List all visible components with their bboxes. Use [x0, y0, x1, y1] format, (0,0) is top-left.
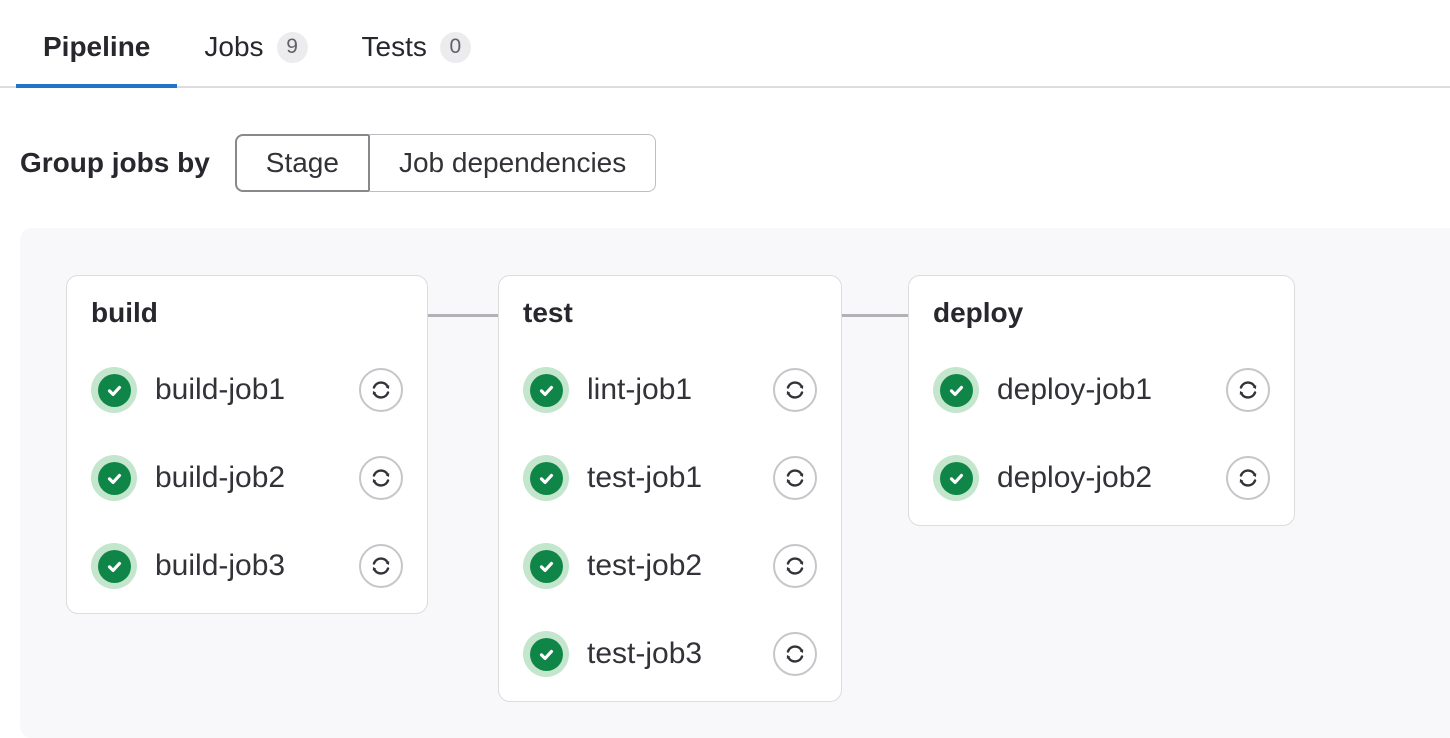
stage-connector-test-deploy [842, 314, 908, 317]
status-success-icon [933, 455, 979, 501]
tab-jobs-label: Jobs [204, 31, 263, 63]
status-success-icon [523, 367, 569, 413]
retry-icon [782, 465, 808, 491]
retry-job-button[interactable] [359, 456, 403, 500]
group-by-job-dependencies-button[interactable]: Job dependencies [370, 134, 656, 192]
pipeline-graph-panel: build build-job1 build-job2 [20, 228, 1450, 738]
stage-column-deploy: deploy deploy-job1 deploy-job2 [908, 275, 1295, 526]
job-name-link[interactable]: lint-job1 [587, 373, 692, 407]
retry-job-button[interactable] [359, 368, 403, 412]
job-name-link[interactable]: build-job2 [155, 461, 285, 495]
job-name-link[interactable]: deploy-job2 [997, 461, 1152, 495]
stage-title-test: test [523, 296, 817, 330]
retry-job-button[interactable] [1226, 456, 1270, 500]
job-row: test-job2 [523, 543, 817, 589]
job-name-link[interactable]: build-job3 [155, 549, 285, 583]
job-name-link[interactable]: test-job3 [587, 637, 702, 671]
status-success-icon [523, 543, 569, 589]
check-icon [530, 374, 563, 407]
tab-pipeline-label: Pipeline [43, 31, 150, 63]
status-success-icon [523, 631, 569, 677]
check-icon [940, 374, 973, 407]
job-name-link[interactable]: build-job1 [155, 373, 285, 407]
retry-job-button[interactable] [773, 544, 817, 588]
stage-connector-build-test [428, 314, 498, 317]
retry-icon [368, 553, 394, 579]
retry-job-button[interactable] [773, 368, 817, 412]
retry-job-button[interactable] [1226, 368, 1270, 412]
tab-pipeline[interactable]: Pipeline [16, 0, 177, 88]
group-jobs-by-controls: Group jobs by Stage Job dependencies [20, 134, 1450, 192]
group-by-stage-button[interactable]: Stage [235, 134, 370, 192]
retry-icon [1235, 465, 1261, 491]
retry-job-button[interactable] [773, 456, 817, 500]
group-jobs-by-segmented-control: Stage Job dependencies [235, 134, 656, 192]
job-row: deploy-job2 [933, 455, 1270, 501]
job-row: test-job1 [523, 455, 817, 501]
tab-tests-label: Tests [362, 31, 427, 63]
retry-icon [368, 377, 394, 403]
check-icon [98, 374, 131, 407]
retry-icon [1235, 377, 1261, 403]
job-name-link[interactable]: deploy-job1 [997, 373, 1152, 407]
check-icon [530, 638, 563, 671]
status-success-icon [91, 455, 137, 501]
job-row: deploy-job1 [933, 367, 1270, 413]
job-row: lint-job1 [523, 367, 817, 413]
status-success-icon [933, 367, 979, 413]
status-success-icon [91, 543, 137, 589]
stage-title-deploy: deploy [933, 296, 1270, 330]
retry-icon [782, 377, 808, 403]
check-icon [98, 462, 131, 495]
job-row: build-job2 [91, 455, 403, 501]
retry-job-button[interactable] [773, 632, 817, 676]
tests-count-badge: 0 [440, 32, 471, 63]
group-jobs-by-label: Group jobs by [20, 147, 210, 179]
tab-jobs[interactable]: Jobs 9 [177, 0, 334, 88]
check-icon [530, 462, 563, 495]
stage-column-test: test lint-job1 test-job1 [498, 275, 842, 702]
pipeline-tabs-bar: Pipeline Jobs 9 Tests 0 [0, 0, 1450, 88]
job-row: build-job3 [91, 543, 403, 589]
job-name-link[interactable]: test-job1 [587, 461, 702, 495]
retry-icon [368, 465, 394, 491]
job-name-link[interactable]: test-job2 [587, 549, 702, 583]
stage-column-build: build build-job1 build-job2 [66, 275, 428, 614]
check-icon [940, 462, 973, 495]
retry-icon [782, 553, 808, 579]
status-success-icon [523, 455, 569, 501]
jobs-count-badge: 9 [277, 32, 308, 63]
retry-job-button[interactable] [359, 544, 403, 588]
status-success-icon [91, 367, 137, 413]
job-row: build-job1 [91, 367, 403, 413]
tab-tests[interactable]: Tests 0 [335, 0, 498, 88]
check-icon [98, 550, 131, 583]
retry-icon [782, 641, 808, 667]
job-row: test-job3 [523, 631, 817, 677]
check-icon [530, 550, 563, 583]
stage-title-build: build [91, 296, 403, 330]
